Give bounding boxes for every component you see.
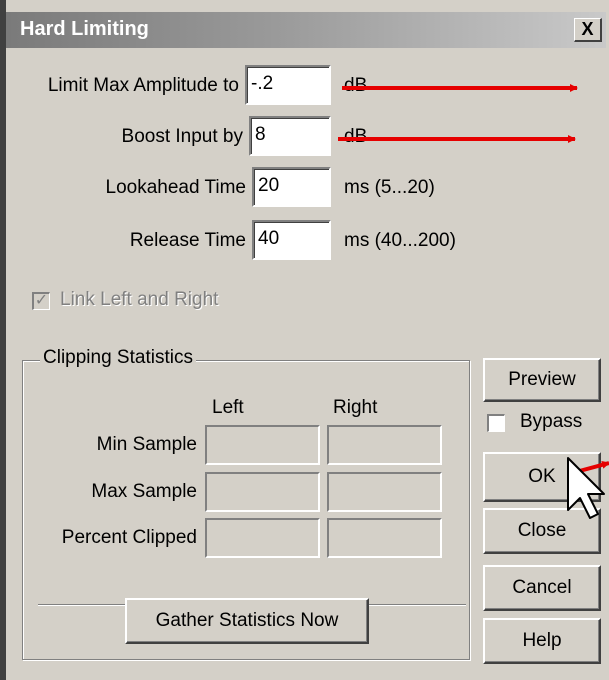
annotation-layer [338, 84, 609, 519]
